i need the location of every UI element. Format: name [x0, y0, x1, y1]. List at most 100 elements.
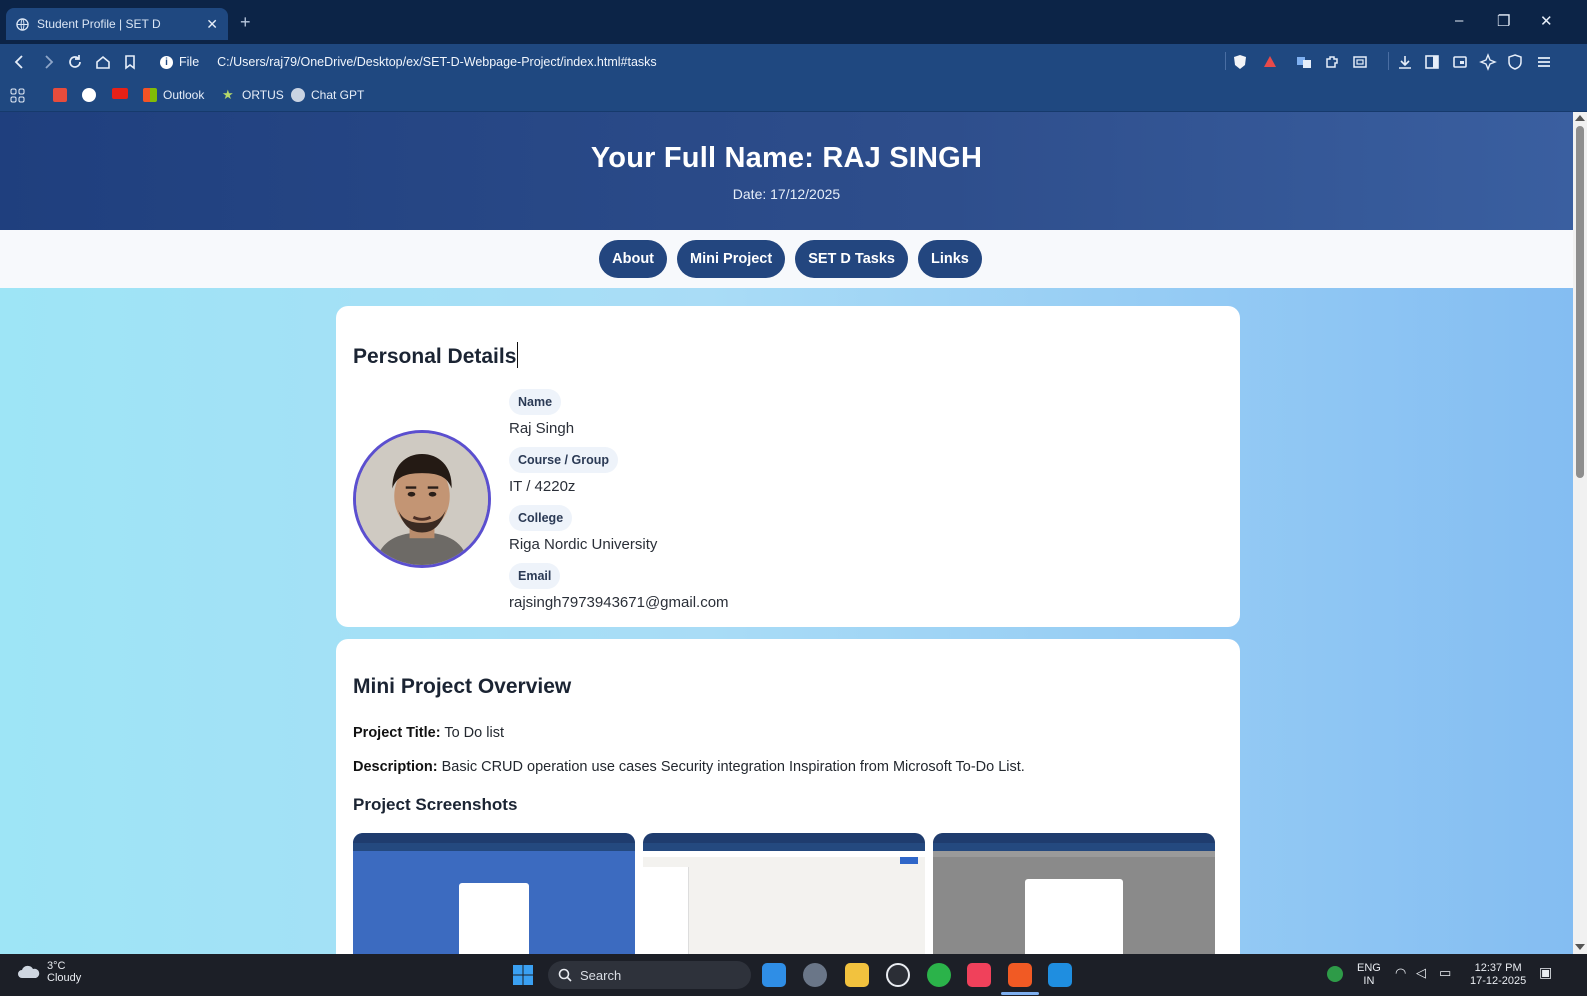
nav-links-button[interactable]: Links: [917, 240, 982, 278]
toolbar-divider: [1225, 52, 1226, 70]
close-window-icon[interactable]: ✕: [1540, 12, 1553, 30]
taskbar-search[interactable]: Search: [548, 961, 751, 989]
nav-bar: About Mini Project SET D Tasks Links: [0, 230, 1573, 288]
reload-icon[interactable]: [65, 52, 85, 72]
weather-widget[interactable]: 3°C Cloudy: [17, 960, 81, 984]
file-explorer-icon[interactable]: [845, 963, 869, 987]
music-app-icon[interactable]: [967, 963, 991, 987]
media-player-icon[interactable]: [886, 963, 910, 987]
field-label: College: [509, 505, 573, 531]
windows-taskbar: 3°C Cloudy Search ENG IN ◠ ◁ ▭ 12:37 PM …: [0, 954, 1587, 996]
youtube-icon: [112, 88, 128, 99]
page-title: Your Full Name: RAJ SINGH: [590, 142, 983, 174]
field-label: Course / Group: [509, 447, 618, 473]
field-value: IT / 4220z: [509, 478, 576, 495]
notifications-icon[interactable]: ▣: [1539, 965, 1552, 979]
screenshot-icon[interactable]: [1350, 52, 1370, 72]
vscode-icon[interactable]: [1048, 963, 1072, 987]
address-bar[interactable]: i File C:/Users/raj79/OneDrive/Desktop/e…: [160, 50, 1225, 74]
settings-app-icon[interactable]: [803, 963, 827, 987]
scroll-up-icon[interactable]: [1575, 115, 1585, 121]
translate-icon[interactable]: [1294, 52, 1314, 72]
active-app-indicator: [1001, 992, 1039, 995]
page-date: Date: 17/12/2025: [732, 186, 841, 202]
restore-icon[interactable]: ❐: [1497, 12, 1510, 30]
vpn-icon[interactable]: [1505, 52, 1525, 72]
page-scrollbar[interactable]: [1573, 112, 1587, 954]
project-screenshot[interactable]: [353, 833, 635, 954]
page-header: Your Full Name: RAJ SINGH Date: 17/12/20…: [0, 112, 1573, 230]
clock[interactable]: 12:37 PM 17-12-2025: [1470, 962, 1526, 988]
store-app-icon[interactable]: [762, 963, 786, 987]
bookmark-icon[interactable]: [120, 52, 140, 72]
field-label: Email: [509, 563, 561, 589]
personal-details-card: Personal Details Name Raj Singh Course /…: [336, 306, 1240, 627]
sidebar-icon[interactable]: [1422, 52, 1442, 72]
bookmark-youtube[interactable]: [112, 88, 134, 99]
download-icon[interactable]: [1395, 52, 1415, 72]
browser-tab[interactable]: Student Profile | SET D ✕: [6, 8, 228, 40]
field-value: Riga Nordic University: [509, 536, 658, 553]
tab-title: Student Profile | SET D: [37, 17, 161, 31]
home-icon[interactable]: [93, 52, 113, 72]
field-value: rajsingh7973943671@gmail.com: [509, 594, 729, 611]
personal-details-heading: Personal Details: [353, 342, 519, 369]
scroll-down-icon[interactable]: [1575, 944, 1585, 950]
minimize-icon[interactable]: –: [1455, 12, 1463, 29]
nav-about-button[interactable]: About: [599, 240, 668, 278]
url-scheme: File: [179, 55, 200, 69]
browser-tabbar: Student Profile | SET D ✕ + – ❐ ✕: [0, 0, 1587, 44]
start-button[interactable]: [511, 963, 535, 987]
bookmark-chatgpt[interactable]: Chat GPT: [291, 88, 364, 102]
text-cursor: [517, 342, 519, 368]
wallet-icon[interactable]: [1450, 52, 1470, 72]
field-college: College Riga Nordic University: [509, 505, 657, 553]
mini-project-heading: Mini Project Overview: [353, 675, 572, 698]
browser-toolbar: i File C:/Users/raj79/OneDrive/Desktop/e…: [0, 44, 1587, 80]
field-value: Raj Singh: [509, 420, 575, 437]
rewards-icon[interactable]: [1260, 52, 1280, 72]
forward-icon[interactable]: [38, 52, 58, 72]
apps-grid-icon[interactable]: [10, 88, 26, 104]
project-screenshot[interactable]: [643, 833, 925, 954]
url-text[interactable]: C:/Users/raj79/OneDrive/Desktop/ex/SET-D…: [217, 55, 657, 69]
microsoft-icon: [143, 88, 157, 102]
google-icon: [82, 88, 96, 102]
calendar-icon: [53, 88, 67, 102]
brave-shield-icon[interactable]: [1230, 52, 1250, 72]
globe-icon: [16, 17, 29, 31]
avatar: [353, 430, 491, 568]
close-tab-icon[interactable]: ✕: [206, 16, 218, 33]
bookmarks-bar: Outlook ★ ORTUS Chat GPT: [0, 80, 1587, 112]
nav-set-d-tasks-button[interactable]: SET D Tasks: [795, 240, 908, 278]
battery-icon[interactable]: ▭: [1439, 966, 1451, 979]
scroll-thumb[interactable]: [1576, 126, 1584, 478]
whatsapp-icon[interactable]: [927, 963, 951, 987]
new-tab-button[interactable]: +: [240, 12, 251, 33]
wifi-icon[interactable]: ◠: [1395, 966, 1406, 979]
volume-icon[interactable]: ◁: [1416, 966, 1426, 979]
cloud-icon: [18, 965, 40, 978]
search-icon: [558, 968, 572, 982]
info-icon[interactable]: i: [160, 55, 173, 69]
language-indicator[interactable]: ENG IN: [1357, 962, 1381, 988]
project-title: Project Title: To Do list: [353, 725, 504, 741]
bookmark-outlook[interactable]: Outlook: [143, 88, 204, 102]
project-screenshot[interactable]: [933, 833, 1215, 954]
weather-condition: Cloudy: [47, 972, 82, 984]
chatgpt-icon: [291, 88, 305, 102]
brave-browser-icon[interactable]: [1008, 963, 1032, 987]
bookmark-red-app[interactable]: [53, 88, 73, 102]
field-name: Name Raj Singh: [509, 389, 574, 437]
menu-icon[interactable]: [1534, 52, 1554, 72]
extensions-icon[interactable]: [1322, 52, 1342, 72]
tray-notification-icon[interactable]: [1327, 966, 1343, 982]
weather-temp: 3°C: [47, 960, 66, 972]
leo-ai-icon[interactable]: [1478, 52, 1498, 72]
mini-project-card: Mini Project Overview Project Title: To …: [336, 639, 1240, 954]
windows-icon: [513, 965, 533, 985]
bookmark-google[interactable]: [82, 88, 102, 102]
nav-mini-project-button[interactable]: Mini Project: [677, 240, 786, 278]
bookmark-ortus[interactable]: ★ ORTUS: [222, 88, 284, 103]
back-icon[interactable]: [10, 52, 30, 72]
